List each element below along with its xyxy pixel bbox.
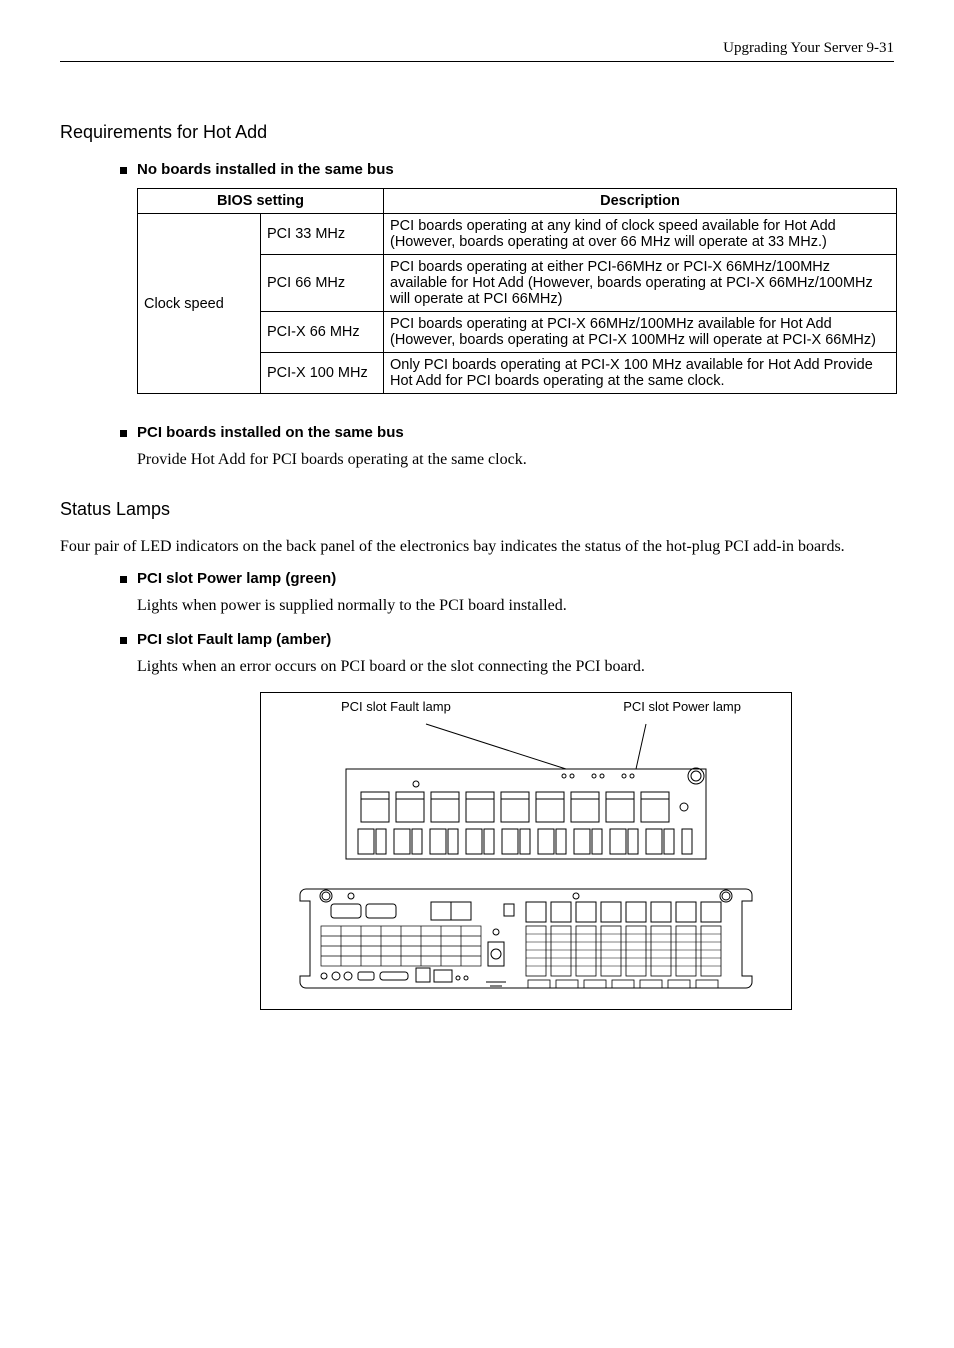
bullet-fault-lamp-text: Lights when an error occurs on PCI board… xyxy=(137,658,894,676)
cell-description: PCI boards operating at PCI-X 66MHz/100M… xyxy=(384,312,897,353)
table-header-row: BIOS setting Description xyxy=(138,189,897,214)
figure-box: PCI slot Fault lamp PCI slot Power lamp xyxy=(260,692,792,1010)
figure-label-fault: PCI slot Fault lamp xyxy=(341,699,451,714)
bullet-pci-installed: PCI boards installed on the same bus xyxy=(120,424,894,441)
bullet-fault-lamp-label: PCI slot Fault lamp (amber) xyxy=(137,631,331,648)
cell-description: PCI boards operating at any kind of cloc… xyxy=(384,214,897,255)
status-lamps-intro: Four pair of LED indicators on the back … xyxy=(60,538,894,556)
cell-setting: PCI-X 66 MHz xyxy=(261,312,384,353)
heading-requirements: Requirements for Hot Add xyxy=(60,122,894,143)
bios-table: BIOS setting Description Clock speed PCI… xyxy=(137,188,897,394)
th-description: Description xyxy=(384,189,897,214)
figure-diagram xyxy=(271,714,781,999)
cell-setting: PCI 33 MHz xyxy=(261,214,384,255)
table-row: Clock speed PCI 33 MHz PCI boards operat… xyxy=(138,214,897,255)
page-header: Upgrading Your Server 9-31 xyxy=(60,40,894,62)
bullet-square-icon xyxy=(120,167,127,174)
bullet-square-icon xyxy=(120,637,127,644)
cell-setting: PCI 66 MHz xyxy=(261,255,384,312)
bullet-power-lamp-label: PCI slot Power lamp (green) xyxy=(137,570,336,587)
cell-description: Only PCI boards operating at PCI-X 100 M… xyxy=(384,353,897,394)
figure-label-power: PCI slot Power lamp xyxy=(623,699,741,714)
heading-status-lamps: Status Lamps xyxy=(60,499,894,520)
bullet-pci-installed-label: PCI boards installed on the same bus xyxy=(137,424,404,441)
bullet-square-icon xyxy=(120,576,127,583)
bullet-no-boards: No boards installed in the same bus xyxy=(120,161,894,178)
bullet-pci-installed-text: Provide Hot Add for PCI boards operating… xyxy=(137,451,894,469)
bullet-fault-lamp: PCI slot Fault lamp (amber) xyxy=(120,631,894,648)
bullet-square-icon xyxy=(120,430,127,437)
cell-description: PCI boards operating at either PCI-66MHz… xyxy=(384,255,897,312)
cell-setting: PCI-X 100 MHz xyxy=(261,353,384,394)
bullet-power-lamp-text: Lights when power is supplied normally t… xyxy=(137,597,894,615)
bullet-no-boards-label: No boards installed in the same bus xyxy=(137,161,394,178)
bullet-power-lamp: PCI slot Power lamp (green) xyxy=(120,570,894,587)
cell-clock-speed: Clock speed xyxy=(138,214,261,394)
th-bios-setting: BIOS setting xyxy=(138,189,384,214)
